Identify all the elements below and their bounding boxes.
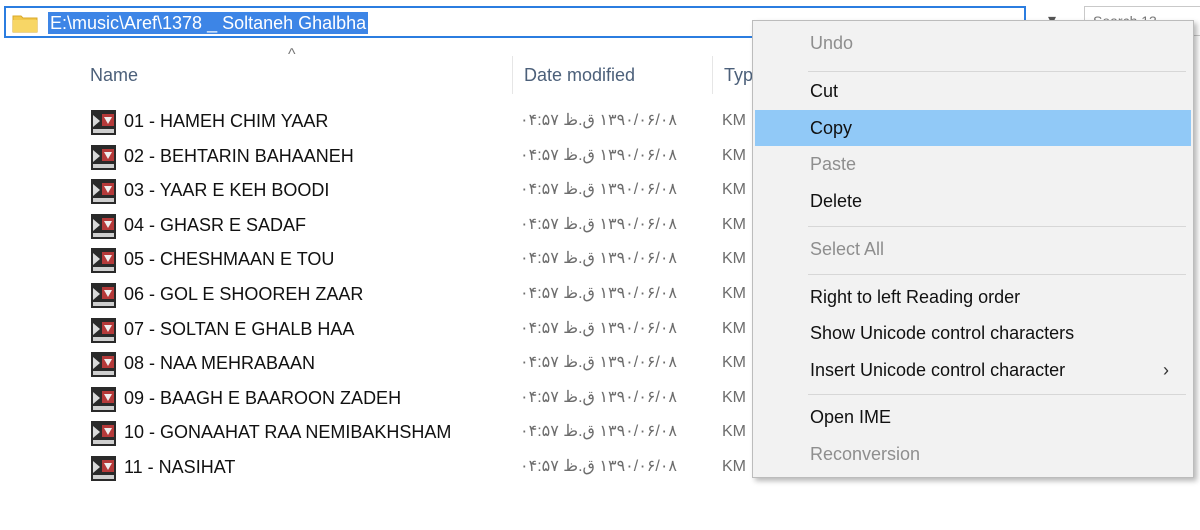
column-divider[interactable] [712,56,713,94]
file-type: KM [722,319,746,337]
menu-item-delete[interactable]: Delete [755,183,1191,219]
file-row[interactable]: 09 - BAAGH E BAAROON ZADEH ۱۳۹۰/۰۶/۰۸ ق.ظ… [88,381,788,415]
column-header-name[interactable]: Name [90,56,138,94]
file-name: 11 - NASIHAT [124,457,236,477]
file-type: KM [722,458,746,475]
km-media-file-icon [91,317,116,343]
file-type: KM [722,215,746,233]
km-media-file-icon [91,283,116,308]
km-media-file-icon [91,352,116,378]
menu-separator [808,226,1186,227]
file-type: KM [722,285,746,302]
file-date-modified: ۱۳۹۰/۰۶/۰۸ ق.ظ ۰۴:۵۷ [520,215,678,233]
menu-separator [808,71,1186,72]
context-menu: Undo Cut Copy Paste Delete Select All Ri… [752,20,1194,478]
menu-item-select-all[interactable]: Select All [755,231,1191,267]
column-header-date-modified[interactable]: Date modified [524,56,635,94]
km-media-file-icon [91,110,116,135]
km-media-file-icon [91,179,116,205]
menu-item-right-to-left[interactable]: Right to left Reading order [755,279,1191,315]
km-media-file-icon [91,421,116,447]
file-date-modified: ۱۳۹۰/۰۶/۰۸ ق.ظ ۰۴:۵۷ [520,181,678,199]
file-date-modified: ۱۳۹۰/۰۶/۰۸ ق.ظ ۰۴:۵۷ [520,354,678,372]
menu-separator [808,394,1186,395]
file-name: 06 - GOL E SHOOREH ZAAR [124,284,364,304]
file-name: 05 - CHESHMAAN E TOU [124,249,335,270]
folder-icon [12,15,38,33]
menu-item-open-ime[interactable]: Open IME [755,399,1191,435]
menu-separator [808,274,1186,275]
km-media-file-icon [91,248,116,274]
file-name: 08 - NAA MEHRABAAN [124,353,316,374]
file-type: KM [722,112,746,129]
column-header-type[interactable]: Typ [724,56,753,94]
file-date-modified: ۱۳۹۰/۰۶/۰۸ ق.ظ ۰۴:۵۷ [520,250,678,268]
file-date-modified: ۱۳۹۰/۰۶/۰۸ ق.ظ ۰۴:۵۷ [520,388,678,406]
file-name: 09 - BAAGH E BAAROON ZADEH [124,387,402,408]
file-date-modified: ۱۳۹۰/۰۶/۰۸ ق.ظ ۰۴:۵۷ [520,319,678,337]
file-date-modified: ۱۳۹۰/۰۶/۰۸ ق.ظ ۰۴:۵۷ [520,458,678,475]
file-date-modified: ۱۳۹۰/۰۶/۰۸ ق.ظ ۰۴:۵۷ [520,423,678,441]
menu-item-paste[interactable]: Paste [755,146,1191,182]
menu-item-undo[interactable]: Undo [755,25,1191,61]
menu-item-reconversion[interactable]: Reconversion [755,436,1191,472]
file-date-modified: ۱۳۹۰/۰۶/۰۸ ق.ظ ۰۴:۵۷ [520,285,678,302]
file-row[interactable]: 01 - HAMEH CHIM YAAR ۱۳۹۰/۰۶/۰۸ ق.ظ ۰۴:۵۷… [88,104,788,138]
file-type: KM [722,250,746,268]
file-row[interactable]: 03 - YAAR E KEH BOODI ۱۳۹۰/۰۶/۰۸ ق.ظ ۰۴:۵… [88,173,788,207]
file-name: 01 - HAMEH CHIM YAAR [124,111,329,131]
file-name: 10 - GONAAHAT RAA NEMIBAKHSHAM [124,422,452,443]
file-type: KM [722,354,746,372]
file-date-modified: ۱۳۹۰/۰۶/۰۸ ق.ظ ۰۴:۵۷ [520,146,678,164]
sort-ascending-icon: ^ [288,46,296,63]
file-row[interactable]: 06 - GOL E SHOOREH ZAAR ۱۳۹۰/۰۶/۰۸ ق.ظ ۰۴… [88,277,788,311]
address-path-input[interactable]: E:\music\Aref\1378 _ Soltaneh Ghalbha [48,12,369,34]
file-name: 07 - SOLTAN E GHALB HAA [124,318,355,339]
file-type: KM [722,181,746,199]
file-name: 04 - GHASR E SADAF [124,214,307,235]
menu-item-show-unicode[interactable]: Show Unicode control characters [755,315,1191,351]
file-type: KM [722,388,746,406]
menu-item-cut[interactable]: Cut [755,73,1191,109]
file-name: 02 - BEHTARIN BAHAANEH [124,145,354,166]
file-row[interactable]: 05 - CHESHMAAN E TOU ۱۳۹۰/۰۶/۰۸ ق.ظ ۰۴:۵۷… [88,242,788,276]
file-row[interactable]: 02 - BEHTARIN BAHAANEH ۱۳۹۰/۰۶/۰۸ ق.ظ ۰۴:… [88,139,788,173]
file-row[interactable]: 07 - SOLTAN E GHALB HAA ۱۳۹۰/۰۶/۰۸ ق.ظ ۰۴… [88,312,788,346]
km-media-file-icon [91,213,116,239]
km-media-file-icon [91,386,116,412]
file-date-modified: ۱۳۹۰/۰۶/۰۸ ق.ظ ۰۴:۵۷ [520,112,678,129]
column-divider[interactable] [512,56,513,94]
km-media-file-icon [91,144,116,170]
file-row[interactable]: 08 - NAA MEHRABAAN ۱۳۹۰/۰۶/۰۸ ق.ظ ۰۴:۵۷ KM [88,346,788,380]
menu-item-insert-unicode[interactable]: Insert Unicode control character › [755,352,1191,388]
chevron-right-icon: › [1163,360,1169,380]
menu-item-copy[interactable]: Copy [755,110,1191,146]
file-type: KM [722,146,746,164]
file-name: 03 - YAAR E KEH BOODI [124,180,330,201]
file-type: KM [722,423,746,441]
km-media-file-icon [91,456,116,481]
file-row[interactable]: 11 - NASIHAT ۱۳۹۰/۰۶/۰۸ ق.ظ ۰۴:۵۷ KM [88,450,788,484]
file-row[interactable]: 10 - GONAAHAT RAA NEMIBAKHSHAM ۱۳۹۰/۰۶/۰۸… [88,415,788,449]
file-row[interactable]: 04 - GHASR E SADAF ۱۳۹۰/۰۶/۰۸ ق.ظ ۰۴:۵۷ KM [88,208,788,242]
